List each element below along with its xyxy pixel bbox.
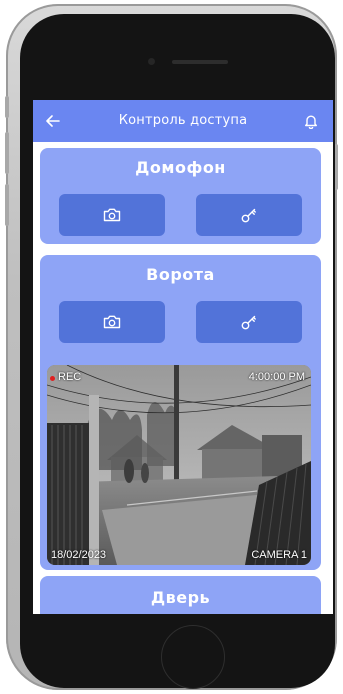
gate-camera-button[interactable] [59, 301, 165, 343]
intercom-card: Домофон [40, 148, 321, 244]
front-camera [148, 58, 155, 65]
back-button[interactable] [41, 109, 65, 133]
camera-name: CAMERA 1 [251, 549, 307, 561]
arrow-left-icon [46, 115, 60, 127]
notifications-button[interactable] [299, 109, 323, 133]
page-title: Контроль доступа [118, 113, 248, 128]
gate-key-button[interactable] [196, 301, 302, 343]
camera-time: 4:00:00 PM [248, 371, 305, 383]
app-screen: Контроль доступа Домофон Ворота REC 4:00… [33, 100, 333, 614]
gate-title: Ворота [146, 265, 215, 284]
home-button[interactable] [161, 625, 225, 689]
bell-icon [305, 115, 317, 129]
recording-indicator [50, 376, 55, 381]
rec-label: REC [58, 371, 82, 383]
mute-switch [5, 96, 9, 118]
camera-scene [47, 365, 311, 565]
door-card: Дверь [40, 576, 321, 614]
camera-icon [103, 208, 121, 222]
intercom-title: Домофон [135, 158, 226, 177]
intercom-camera-button[interactable] [59, 194, 165, 236]
key-icon [241, 315, 256, 330]
key-icon [241, 208, 256, 223]
camera-icon [103, 315, 121, 329]
door-title: Дверь [150, 588, 211, 607]
earpiece-speaker [172, 60, 228, 64]
volume-up-button [5, 132, 9, 174]
gate-card: Ворота REC 4:00:00 PM 18/02/2023 CAMERA … [40, 255, 321, 570]
volume-down-button [5, 184, 9, 226]
camera-date: 18/02/2023 [51, 549, 107, 561]
intercom-key-button[interactable] [196, 194, 302, 236]
app-header: Контроль доступа [33, 100, 333, 142]
gate-camera-feed[interactable]: REC 4:00:00 PM 18/02/2023 CAMERA 1 [47, 365, 311, 565]
